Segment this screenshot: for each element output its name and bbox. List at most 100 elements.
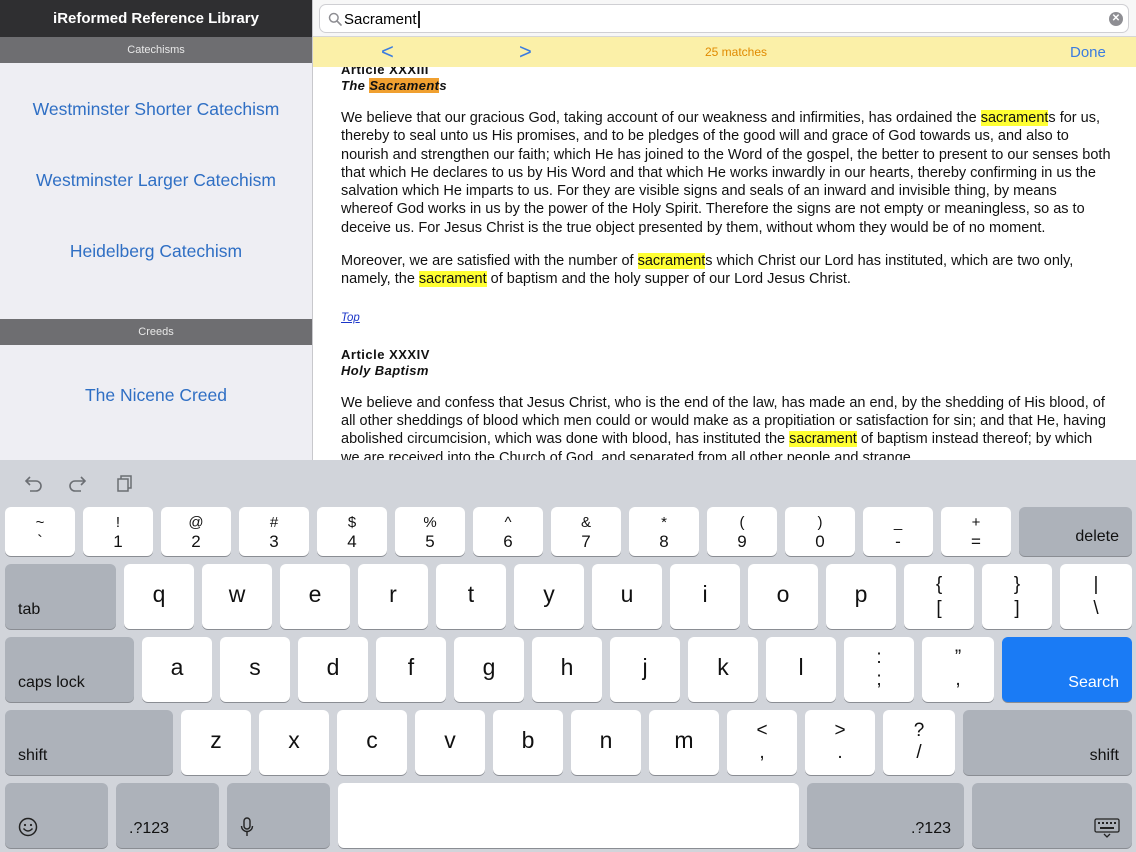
dictation-key[interactable] <box>227 783 330 848</box>
search-bar: ✕ <box>313 0 1136 37</box>
search-key[interactable]: Search <box>1002 637 1132 702</box>
search-input[interactable] <box>344 9 1084 29</box>
sidebar: iReformed Reference Library Catechisms W… <box>0 0 312 460</box>
numbers-key-left[interactable]: .?123 <box>116 783 219 848</box>
current-match-highlight: Sacrament <box>369 78 440 93</box>
key-0[interactable]: ) 0 <box>785 507 855 556</box>
clear-icon[interactable]: ✕ <box>1109 12 1123 26</box>
sidebar-item-nicene-creed[interactable]: The Nicene Creed <box>0 359 312 431</box>
shift-key-left[interactable]: shift <box>5 710 173 775</box>
paragraph: We believe that our gracious God, taking… <box>341 110 1111 236</box>
key-f[interactable]: f <box>376 637 446 702</box>
match-highlight: sacrament <box>418 271 487 288</box>
redo-icon[interactable] <box>67 473 89 495</box>
key-equals[interactable]: + = <box>941 507 1011 556</box>
sidebar-item-apostles-creed[interactable]: The Apostles' Creed <box>0 431 312 461</box>
key-e[interactable]: e <box>280 564 350 629</box>
key-quote[interactable]: ”, <box>922 637 994 702</box>
creed-list: The Nicene Creed The Apostles' Creed <box>0 345 312 461</box>
key-h[interactable]: h <box>532 637 602 702</box>
previous-match-button[interactable]: < <box>381 39 394 65</box>
key-d[interactable]: d <box>298 637 368 702</box>
paragraph: Moreover, we are satisfied with the numb… <box>341 253 1074 288</box>
key-u[interactable]: u <box>592 564 662 629</box>
key-k[interactable]: k <box>688 637 758 702</box>
key-semicolon[interactable]: :; <box>844 637 914 702</box>
caps-lock-key[interactable]: caps lock <box>5 637 134 702</box>
article-number: Article XXXIV <box>341 346 430 362</box>
key-r[interactable]: r <box>358 564 428 629</box>
emoji-icon <box>18 817 38 837</box>
key-l[interactable]: l <box>766 637 836 702</box>
emoji-key[interactable] <box>5 783 108 848</box>
space-bar[interactable] <box>338 783 799 848</box>
paste-icon[interactable] <box>112 473 134 495</box>
key-2[interactable]: @2 <box>161 507 231 556</box>
key-s[interactable]: s <box>220 637 290 702</box>
on-screen-keyboard: ~ ` ! 1 @2 #3 $4 % 5 ^ 6 & 7 * 8 (9 ) 0 _ - + = d… <box>0 460 1136 852</box>
key-left-brace[interactable]: {[ <box>904 564 974 629</box>
key-8[interactable]: * 8 <box>629 507 699 556</box>
key-question[interactable]: ? / <box>883 710 955 775</box>
keyboard-dismiss-icon <box>1094 818 1120 838</box>
key-m[interactable]: m <box>649 710 719 775</box>
match-count: 25 matches <box>705 45 768 59</box>
undo-icon[interactable] <box>22 473 44 495</box>
dismiss-keyboard-key[interactable] <box>972 783 1132 848</box>
key-v[interactable]: v <box>415 710 485 775</box>
key-tilde[interactable]: ~ ` <box>5 507 75 556</box>
key-z[interactable]: z <box>181 710 251 775</box>
key-x[interactable]: x <box>259 710 329 775</box>
key-q[interactable]: q <box>124 564 194 629</box>
section-header-creeds: Creeds <box>0 319 312 345</box>
key-c[interactable]: c <box>337 710 407 775</box>
key-n[interactable]: n <box>571 710 641 775</box>
key-6[interactable]: ^ 6 <box>473 507 543 556</box>
sidebar-item-westminster-shorter[interactable]: Westminster Shorter Catechism <box>0 74 312 145</box>
key-minus[interactable]: _ - <box>863 507 933 556</box>
key-y[interactable]: y <box>514 564 584 629</box>
key-7[interactable]: & 7 <box>551 507 621 556</box>
key-o[interactable]: o <box>748 564 818 629</box>
sidebar-item-westminster-larger[interactable]: Westminster Larger Catechism <box>0 145 312 216</box>
find-bar: < > 25 matches Done <box>313 37 1136 67</box>
article-34: Article XXXIV Holy Baptism We believe an… <box>341 347 1111 460</box>
key-a[interactable]: a <box>142 637 212 702</box>
next-match-button[interactable]: > <box>519 39 532 65</box>
key-less-than[interactable]: <, <box>727 710 797 775</box>
key-g[interactable]: g <box>454 637 524 702</box>
top-link[interactable]: Top <box>341 312 360 324</box>
key-5[interactable]: % 5 <box>395 507 465 556</box>
catechism-list: Westminster Shorter Catechism Westminste… <box>0 63 312 319</box>
article-number: Article XXXIII <box>341 67 429 77</box>
key-t[interactable]: t <box>436 564 506 629</box>
tab-key[interactable]: tab <box>5 564 116 629</box>
app-title: iReformed Reference Library <box>0 0 312 37</box>
key-i[interactable]: i <box>670 564 740 629</box>
key-4[interactable]: $4 <box>317 507 387 556</box>
key-greater-than[interactable]: >. <box>805 710 875 775</box>
match-highlight: sacrament <box>789 431 857 448</box>
key-j[interactable]: j <box>610 637 680 702</box>
document-view[interactable]: Article XXXIII The Sacraments We believe… <box>313 67 1136 460</box>
delete-key[interactable]: delete <box>1019 507 1132 556</box>
match-highlight: sacrament <box>637 253 706 270</box>
text-caret <box>418 11 420 28</box>
sidebar-item-heidelberg[interactable]: Heidelberg Catechism <box>0 216 312 287</box>
shift-key-right[interactable]: shift <box>963 710 1132 775</box>
key-3[interactable]: #3 <box>239 507 309 556</box>
paragraph: We believe and confess that Jesus Christ… <box>341 394 1106 460</box>
article-title: The Sacraments <box>341 78 448 93</box>
key-1[interactable]: ! 1 <box>83 507 153 556</box>
numbers-key-right[interactable]: .?123 <box>807 783 964 848</box>
key-b[interactable]: b <box>493 710 563 775</box>
key-9[interactable]: (9 <box>707 507 777 556</box>
microphone-icon <box>240 817 254 836</box>
key-p[interactable]: p <box>826 564 896 629</box>
search-field[interactable]: ✕ <box>319 4 1129 33</box>
key-right-brace[interactable]: }] <box>982 564 1052 629</box>
key-w[interactable]: w <box>202 564 272 629</box>
key-backslash[interactable]: | \ <box>1060 564 1132 629</box>
done-button[interactable]: Done <box>1070 44 1106 61</box>
article-title: Holy Baptism <box>341 362 429 378</box>
